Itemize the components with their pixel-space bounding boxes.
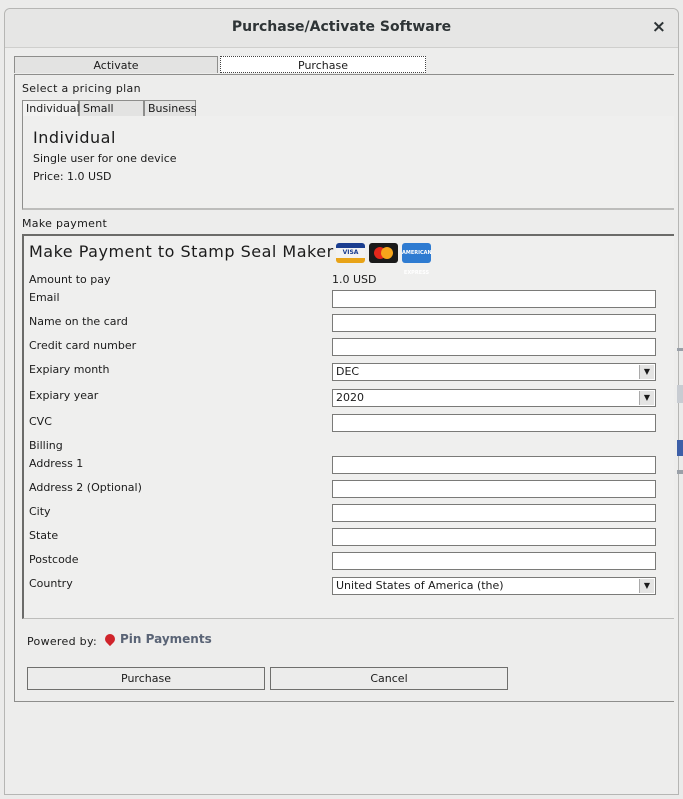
title-bar: Purchase/Activate Software × — [5, 9, 678, 48]
chevron-down-icon[interactable]: ▼ — [639, 391, 654, 405]
cancel-button[interactable]: Cancel — [270, 667, 508, 690]
postcode-label: Postcode — [29, 553, 79, 566]
exp-year-label: Expiary year — [29, 389, 99, 402]
exp-year-value: 2020 — [336, 391, 364, 404]
city-label: City — [29, 505, 51, 518]
country-value: United States of America (the) — [336, 579, 504, 592]
exp-month-select[interactable]: DEC ▼ — [332, 363, 656, 381]
card-number-field[interactable] — [332, 338, 656, 356]
payment-title: Make Payment to Stamp Seal Maker — [29, 242, 334, 261]
country-label: Country — [29, 577, 73, 590]
tab-activate[interactable]: Activate — [14, 56, 218, 73]
pin-payments-logo: Pin Payments — [102, 631, 212, 647]
pricing-section-label: Select a pricing plan — [22, 82, 141, 95]
background-window-fragment — [677, 440, 683, 456]
address2-field[interactable] — [332, 480, 656, 498]
billing-label: Billing — [29, 439, 63, 452]
powered-by-label: Powered by: — [27, 635, 97, 648]
address1-field[interactable] — [332, 456, 656, 474]
address1-label: Address 1 — [29, 457, 84, 470]
exp-year-select[interactable]: 2020 ▼ — [332, 389, 656, 407]
amount-label: Amount to pay — [29, 273, 111, 286]
plan-description: Single user for one device — [33, 152, 177, 165]
background-window-fragment — [677, 348, 683, 351]
state-label: State — [29, 529, 59, 542]
postcode-field[interactable] — [332, 552, 656, 570]
address2-label: Address 2 (Optional) — [29, 481, 142, 494]
plan-panel: Individual Single user for one device Pr… — [22, 116, 674, 210]
pin-payments-text: Pin Payments — [120, 632, 212, 646]
chevron-down-icon[interactable]: ▼ — [639, 579, 654, 593]
background-window-fragment — [677, 385, 683, 403]
card-number-label: Credit card number — [29, 339, 137, 352]
exp-month-value: DEC — [336, 365, 360, 378]
mastercard-icon — [369, 243, 398, 263]
email-field[interactable] — [332, 290, 656, 308]
tab-purchase[interactable]: Purchase — [220, 56, 426, 73]
plan-price: Price: 1.0 USD — [33, 170, 112, 183]
chevron-down-icon[interactable]: ▼ — [639, 365, 654, 379]
country-select[interactable]: United States of America (the) ▼ — [332, 577, 656, 595]
outer-tab-bar: Activate Purchase — [14, 56, 674, 75]
city-field[interactable] — [332, 504, 656, 522]
cvc-label: CVC — [29, 415, 52, 428]
tab-individual[interactable]: Individual — [22, 100, 80, 116]
exp-month-label: Expiary month — [29, 363, 110, 376]
plan-tab-bar: Individual Small Team Business — [22, 100, 674, 130]
amount-value: 1.0 USD — [332, 273, 377, 286]
tab-small-team[interactable]: Small Team — [79, 100, 144, 130]
purchase-button[interactable]: Purchase — [27, 667, 265, 690]
location-pin-icon — [102, 631, 118, 647]
card-name-field[interactable] — [332, 314, 656, 332]
state-field[interactable] — [332, 528, 656, 546]
cvc-field[interactable] — [332, 414, 656, 432]
close-icon[interactable]: × — [652, 17, 666, 37]
tab-business[interactable]: Business — [144, 100, 197, 116]
email-label: Email — [29, 291, 60, 304]
amex-card-icon: AMERICAN EXPRESS — [402, 243, 432, 276]
window-title: Purchase/Activate Software — [231, 19, 452, 35]
visa-card-icon: VISA — [336, 243, 365, 263]
payment-section-label: Make payment — [22, 217, 108, 230]
card-name-label: Name on the card — [29, 315, 128, 328]
background-window-fragment — [677, 470, 683, 474]
plan-title: Individual — [33, 128, 116, 147]
